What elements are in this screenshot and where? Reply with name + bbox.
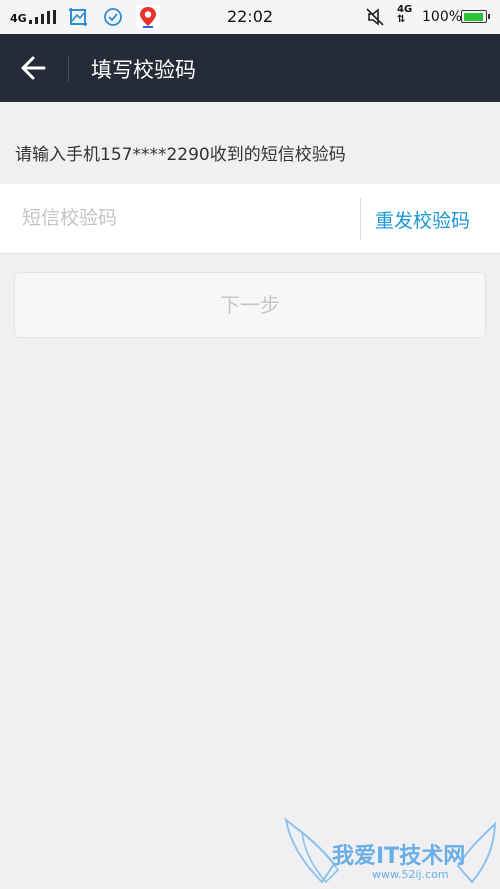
sms-code-input[interactable] [22,198,342,238]
screen: 4G 22:02 4G ⇅ 100% 填写校验码 请输入手机157****229… [0,0,500,889]
next-step-button[interactable]: 下一步 [14,272,486,338]
verification-prompt: 请输入手机157****2290收到的短信校验码 [15,145,346,165]
back-button[interactable] [14,50,52,86]
battery-level [463,12,483,21]
title-bar: 填写校验码 [0,34,500,102]
mute-icon [366,8,384,26]
battery-icon [461,10,490,23]
data-arrows-icon: ⇅ [397,14,406,25]
page-title: 填写校验码 [91,58,196,82]
watermark-text: 我爱IT技术网 [332,844,466,869]
row-divider [360,198,361,240]
watermark-url: www.52ij.com [372,868,449,881]
battery-percent: 100% [422,9,463,25]
watermark: 我爱IT技术网 www.52ij.com [282,812,497,888]
network-type-secondary: 4G ⇅ [397,5,412,25]
status-bar: 4G 22:02 4G ⇅ 100% [0,0,500,34]
code-input-row: 重发校验码 [0,184,500,254]
arrow-left-icon [21,56,46,80]
resend-code-button[interactable]: 重发校验码 [375,206,470,233]
title-divider [68,56,69,82]
